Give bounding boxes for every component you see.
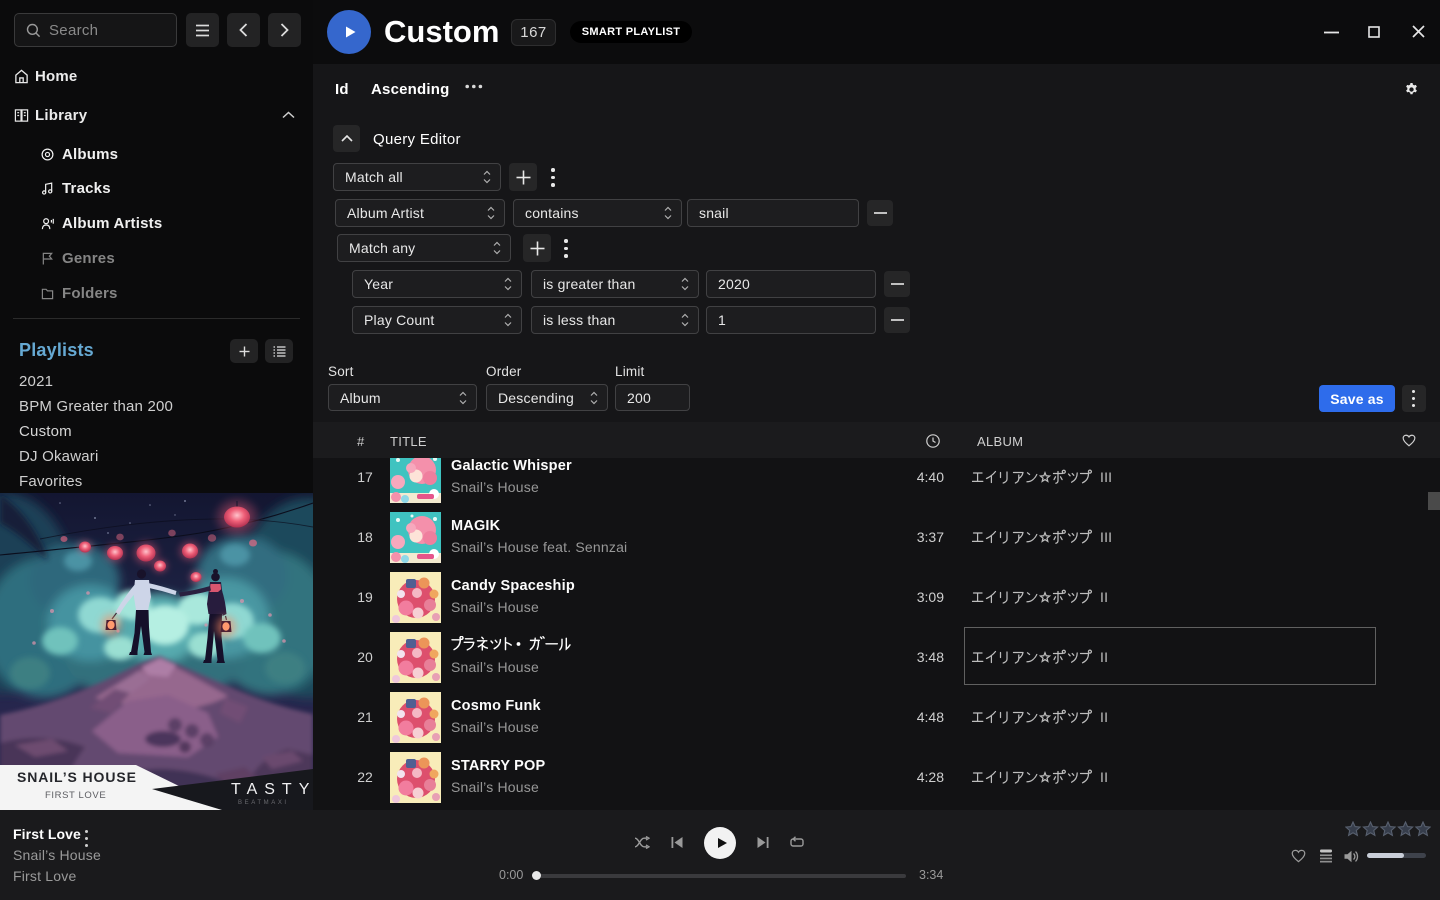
svg-text:TASTY: TASTY xyxy=(231,781,313,798)
svg-text:FIRST LOVE: FIRST LOVE xyxy=(45,790,106,801)
svg-text:BEATMAXI: BEATMAXI xyxy=(238,800,289,806)
svg-text:SNAIL’S HOUSE: SNAIL’S HOUSE xyxy=(17,769,137,785)
